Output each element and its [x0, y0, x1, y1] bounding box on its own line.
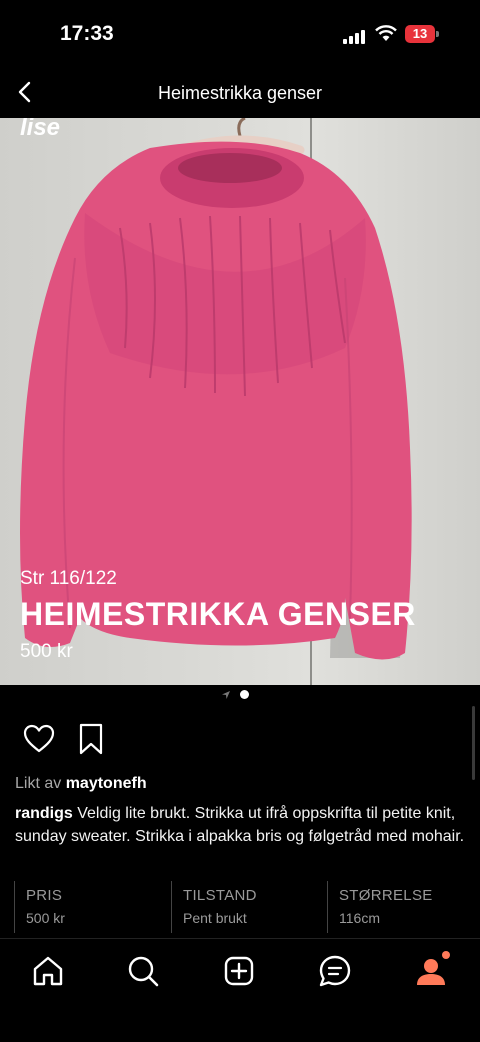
photo-price-text: 500 kr [20, 641, 73, 662]
detail-value: Pent brukt [183, 910, 247, 926]
caption-text: Veldig lite brukt. Strikka ut ifrå oppsk… [15, 805, 465, 845]
carousel-pager [0, 688, 480, 702]
detail-price: PRIS 500 kr [14, 881, 166, 933]
detail-value: 116cm [339, 910, 380, 926]
watermark-logo: lise [20, 118, 61, 141]
detail-size: STØRRELSE 116cm [327, 881, 469, 933]
bottom-tab-bar [0, 938, 480, 1042]
post-caption: randigs Veldig lite brukt. Strikka ut if… [15, 802, 467, 848]
battery-tip [436, 31, 439, 37]
tab-messages[interactable] [315, 951, 355, 991]
add-icon [224, 956, 254, 986]
photo-name-text: HEIMESTRIKKA GENSER [20, 596, 416, 632]
detail-label: TILSTAND [183, 887, 257, 904]
caption-user[interactable]: randigs [15, 805, 73, 822]
tab-home[interactable] [28, 951, 68, 991]
wifi-icon [375, 25, 397, 41]
detail-label: PRIS [26, 887, 63, 904]
notification-dot [442, 951, 450, 959]
search-icon [128, 956, 159, 987]
tab-add[interactable] [219, 951, 259, 991]
signal-icon [343, 28, 367, 44]
profile-icon [417, 951, 450, 985]
status-time: 17:33 [60, 22, 114, 45]
like-heart-icon[interactable] [22, 722, 56, 756]
status-bar: 17:33 13 [0, 0, 480, 70]
header: Heimestrikka genser [0, 70, 480, 118]
likes-prefix: Likt av [15, 775, 66, 792]
pager-dot-active [240, 690, 249, 699]
battery-icon: 13 [405, 25, 435, 43]
post-photo[interactable]: lise Str 116/122 HEIMESTRIKKA GENSER 500… [0, 118, 480, 685]
post-actions [0, 722, 480, 758]
likes-text[interactable]: Likt av maytonefh [15, 775, 147, 793]
tab-profile[interactable] [411, 951, 451, 991]
detail-label: STØRRELSE [339, 887, 433, 904]
scrollbar[interactable] [472, 706, 475, 780]
page-title: Heimestrikka genser [157, 83, 323, 103]
tab-search[interactable] [123, 951, 163, 991]
location-arrow-icon [222, 691, 230, 699]
detail-value: 500 kr [26, 910, 65, 926]
listing-details: PRIS 500 kr TILSTAND Pent brukt STØRRELS… [14, 881, 466, 933]
detail-condition: TILSTAND Pent brukt [171, 881, 323, 933]
bookmark-icon[interactable] [77, 722, 105, 756]
photo-size-text: Str 116/122 [20, 568, 117, 589]
likes-user[interactable]: maytonefh [66, 775, 147, 792]
messages-icon [319, 955, 351, 987]
home-icon [33, 956, 63, 986]
